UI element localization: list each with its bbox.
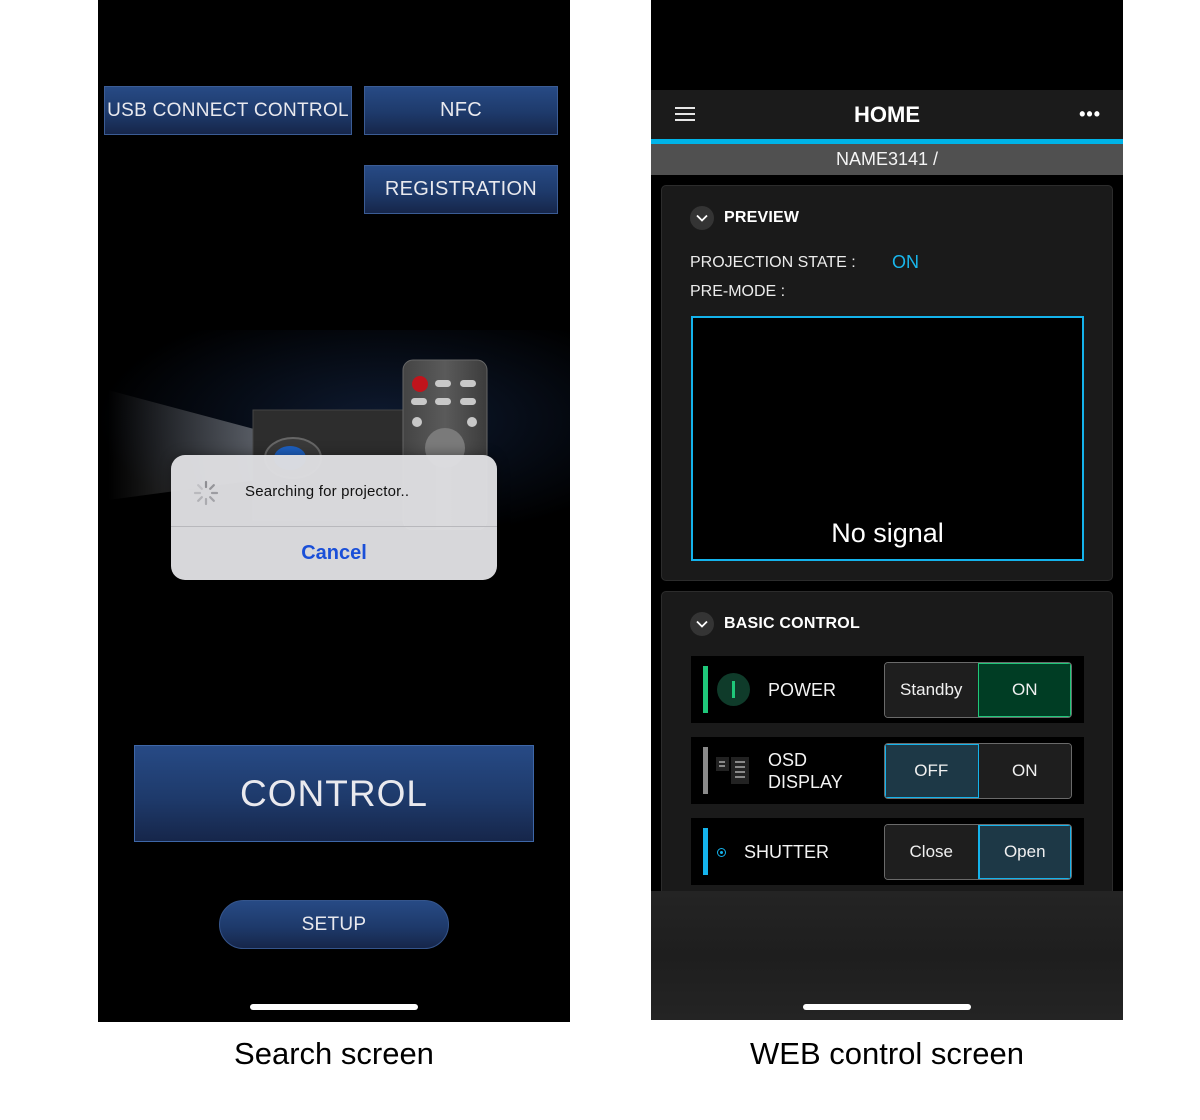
preview-panel: PREVIEW PROJECTION STATE : ON PRE-MODE :… xyxy=(661,185,1113,581)
power-standby-button[interactable]: Standby xyxy=(885,663,978,717)
osd-display-icon xyxy=(716,757,752,784)
alert-message-row: Searching for projector.. xyxy=(171,455,497,526)
shutter-open-button[interactable]: Open xyxy=(978,825,1071,879)
projection-state-value: ON xyxy=(892,252,919,272)
power-on-button[interactable]: ON xyxy=(977,663,1071,717)
alert-message: Searching for projector.. xyxy=(245,483,410,500)
power-status-indicator xyxy=(703,666,708,713)
osd-off-button[interactable]: OFF xyxy=(885,744,979,798)
page-title: HOME xyxy=(854,102,920,127)
web-control-screen-caption: WEB control screen xyxy=(750,1036,1024,1071)
shutter-control-row: SHUTTER Close Open xyxy=(691,818,1084,885)
chevron-down-icon xyxy=(690,206,714,230)
osd-display-control-row: OSD DISPLAY OFF ON xyxy=(691,737,1084,804)
more-ellipsis-icon[interactable]: ••• xyxy=(1079,104,1101,125)
no-signal-message: No signal xyxy=(831,518,944,548)
bottom-toolbar-area xyxy=(651,891,1123,1020)
shutter-close-button[interactable]: Close xyxy=(885,825,979,879)
osd-display-label: OSD DISPLAY xyxy=(768,749,843,793)
nfc-button[interactable]: NFC xyxy=(364,86,558,135)
setup-button[interactable]: SETUP xyxy=(219,900,449,949)
breadcrumb: NAME3141 / xyxy=(651,144,1123,175)
searching-alert-dialog: Searching for projector.. Cancel xyxy=(171,455,497,580)
registration-button[interactable]: REGISTRATION xyxy=(364,165,558,214)
basic-control-section-toggle[interactable]: BASIC CONTROL xyxy=(690,612,860,636)
search-screen: USB CONNECT CONTROL NFC REGISTRATION Sea… xyxy=(98,0,570,1022)
basic-control-panel: BASIC CONTROL POWER Standby ON OSD DISPL… xyxy=(661,591,1113,911)
shutter-label: SHUTTER xyxy=(744,842,829,862)
chevron-down-icon xyxy=(690,612,714,636)
power-label: POWER xyxy=(768,680,837,700)
shutter-status-indicator xyxy=(703,828,708,875)
power-toggle: Standby ON xyxy=(884,662,1072,718)
basic-control-title: BASIC CONTROL xyxy=(724,615,860,632)
preview-screen: No signal xyxy=(691,316,1084,561)
usb-connect-control-button[interactable]: USB CONNECT CONTROL xyxy=(104,86,352,135)
top-navigation-bar: HOME ••• xyxy=(651,90,1123,140)
home-indicator[interactable] xyxy=(250,1004,418,1010)
shutter-radio-icon xyxy=(717,848,726,857)
osd-display-toggle: OFF ON xyxy=(884,743,1072,799)
remote-power-button xyxy=(412,376,428,392)
search-screen-caption: Search screen xyxy=(234,1036,434,1071)
home-indicator[interactable] xyxy=(803,1004,971,1010)
control-button[interactable]: CONTROL xyxy=(134,745,534,842)
cancel-button[interactable]: Cancel xyxy=(171,527,497,580)
pre-mode-label: PRE-MODE : xyxy=(690,283,786,300)
activity-spinner-icon xyxy=(193,480,219,506)
preview-title: PREVIEW xyxy=(724,209,800,226)
osd-on-button[interactable]: ON xyxy=(978,744,1071,798)
preview-section-toggle[interactable]: PREVIEW xyxy=(690,206,799,230)
web-control-screen: HOME ••• NAME3141 / PREVIEW PROJECTION S… xyxy=(651,0,1123,1020)
power-control-row: POWER Standby ON xyxy=(691,656,1084,723)
osd-status-indicator xyxy=(703,747,708,794)
osd-label-line1: OSD xyxy=(768,750,808,770)
projection-state-label: PROJECTION STATE : xyxy=(690,254,856,271)
power-icon xyxy=(717,673,750,706)
shutter-toggle: Close Open xyxy=(884,824,1072,880)
osd-label-line2: DISPLAY xyxy=(768,772,843,792)
